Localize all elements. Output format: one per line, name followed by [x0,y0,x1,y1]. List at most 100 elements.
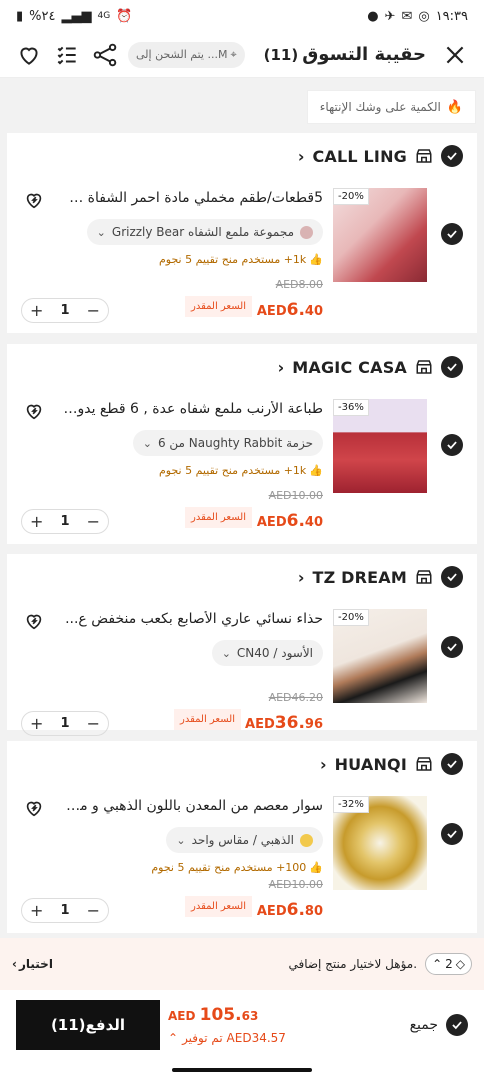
select-all-check-icon [446,1014,468,1036]
decrease-button[interactable]: − [87,302,100,319]
store-check-icon[interactable] [441,145,463,167]
quantity-stepper: + 1 − [21,298,109,323]
decrease-button[interactable]: − [87,513,100,530]
cart-title: حقيبة التسوق [302,44,426,65]
savings-row[interactable]: ⌃ تم توفير AED34.57 [168,1031,286,1045]
store-check-icon[interactable] [441,753,463,775]
store-row[interactable]: › CALL LING [298,145,463,167]
discount-badge: -32% [333,796,369,813]
select-all[interactable]: جميع [410,1014,468,1036]
increase-button[interactable]: + [30,513,43,530]
select-all-label: جميع [409,1017,438,1033]
battery-level: %٢٤ [29,8,56,24]
quantity-value[interactable]: 1 [60,514,69,529]
original-price: AED10.00 [268,878,323,891]
thumbs-up-icon: 👍 [309,464,323,477]
variant-text: الذهبي / مقاس واحد [191,833,294,847]
home-indicator[interactable] [172,1068,312,1072]
decrease-button[interactable]: − [87,902,100,919]
chevron-down-icon: ⌄ [221,646,231,660]
promo-text: مؤهل لاختيار منتج إضافي. [288,957,418,971]
store-row[interactable]: › HUANQI [320,753,463,775]
quantity-stepper: + 1 − [21,898,109,923]
increase-button[interactable]: + [30,902,43,919]
price-dec: 80 [304,904,323,919]
share-icon[interactable] [90,40,120,70]
chevron-up-icon: ⌃ [168,1031,179,1045]
quantity-value[interactable]: 1 [60,903,69,918]
promo-action[interactable]: ‹ اختيار [12,957,53,971]
pay-button[interactable]: الدفع(11) [16,1000,160,1050]
quantity-stepper: + 1 − [21,711,109,736]
product-image[interactable]: -36% [333,399,427,493]
item-check-icon[interactable] [441,434,463,456]
add-to-wishlist-icon[interactable] [23,797,45,819]
chevron-down-icon: ⌄ [176,833,186,847]
product-image[interactable]: -20% [333,188,427,282]
product-title[interactable]: طباعة الأرنب ملمع شفاه عدة , 6 قطع يدوم.… [63,401,323,417]
total-price: AED 105.63 [168,1005,286,1025]
variant-selector[interactable]: الأسود / CN40 ⌄ [211,640,323,666]
cart-header: يتم الشحن إلى ...M ⌖ (11) حقيبة التسوق [0,32,484,78]
variant-text: حزمة Naughty Rabbit من 6 [157,436,313,450]
store-row[interactable]: › TZ DREAM [298,566,463,588]
store-row[interactable]: › MAGIC CASA [278,356,463,378]
increase-button[interactable]: + [30,715,43,732]
price-dec: 40 [304,304,323,319]
list-icon[interactable] [52,40,82,70]
banner-text: الكمية على وشك الإنتهاء [319,100,441,114]
add-to-wishlist-icon[interactable] [23,610,45,632]
promo-action-label: اختيار [18,957,53,971]
discount-badge: -20% [333,609,369,626]
add-to-wishlist-icon[interactable] [23,189,45,211]
estimated-price-label: السعر المقدر [184,507,252,528]
chevron-down-icon: ⌄ [142,436,152,450]
add-to-wishlist-icon[interactable] [23,400,45,422]
network-type: 4G [97,11,111,21]
sale-price: AED6.40 [257,300,323,320]
promo-counter[interactable]: ⌃ 2 ◇ [425,953,472,975]
increase-button[interactable]: + [30,302,43,319]
rating-text: 1k+ مستخدم منح تقييم 5 نجوم [158,464,307,477]
product-image[interactable]: -20% [333,609,427,703]
status-left: ▮ %٢٤ ▂▄▆ 4G ⏰ [16,9,132,24]
sale-price: AED36.96 [245,713,323,733]
promo-info: مؤهل لاختيار منتج إضافي. ⌃ 2 ◇ [288,953,472,975]
price-int: 6. [286,511,305,531]
savings-text: تم توفير AED34.57 [182,1031,286,1045]
discount-badge: -36% [333,399,369,416]
item-check-icon[interactable] [441,636,463,658]
store-icon [415,568,433,586]
rating-note: 👍 100+ مستخدم منح تقييم 5 نجوم [151,861,323,874]
store-check-icon[interactable] [441,566,463,588]
clock: ١٩:٣٩ [435,8,468,24]
variant-selector[interactable]: حزمة Naughty Rabbit من 6 ⌄ [132,430,323,456]
product-title[interactable]: حذاء نسائي عاري الأصابع بكعب منخفض ع... [63,611,323,627]
product-image[interactable]: -32% [333,796,427,890]
item-check-icon[interactable] [441,823,463,845]
product-title[interactable]: 5قطعات/طقم مخملي مادة احمر الشفاة سا... [63,190,323,206]
rating-note: 👍 1k+ مستخدم منح تقييم 5 نجوم [159,253,323,266]
store-check-icon[interactable] [441,356,463,378]
variant-selector[interactable]: الذهبي / مقاس واحد ⌄ [166,827,323,853]
variant-selector[interactable]: مجموعة ملمع الشفاه Grizzly Bear ⌄ [86,219,323,245]
item-check-icon[interactable] [441,223,463,245]
product-title[interactable]: سوار معصم من المعدن باللون الذهبي و مر..… [63,798,323,814]
price-dec: 96 [304,717,323,732]
store-name: CALL LING [312,146,407,166]
chevron-right-icon: › [319,754,327,774]
decrease-button[interactable]: − [87,715,100,732]
status-right: ● ✈ ✉ ◎ ١٩:٣٩ [367,9,468,24]
ship-to-selector[interactable]: يتم الشحن إلى ...M ⌖ [128,41,245,68]
store-name: MAGIC CASA [292,357,407,377]
quantity-value[interactable]: 1 [60,303,69,318]
price-int: 6. [286,300,305,320]
chevron-right-icon: › [277,357,285,377]
sale-price: AED6.80 [257,900,323,920]
close-icon[interactable] [440,40,470,70]
estimated-price-label: السعر المقدر [184,896,252,917]
location-pin-icon: ⌖ [230,47,237,61]
flame-icon: 🔥 [446,99,463,115]
quantity-value[interactable]: 1 [60,716,69,731]
wishlist-icon[interactable] [14,40,44,70]
